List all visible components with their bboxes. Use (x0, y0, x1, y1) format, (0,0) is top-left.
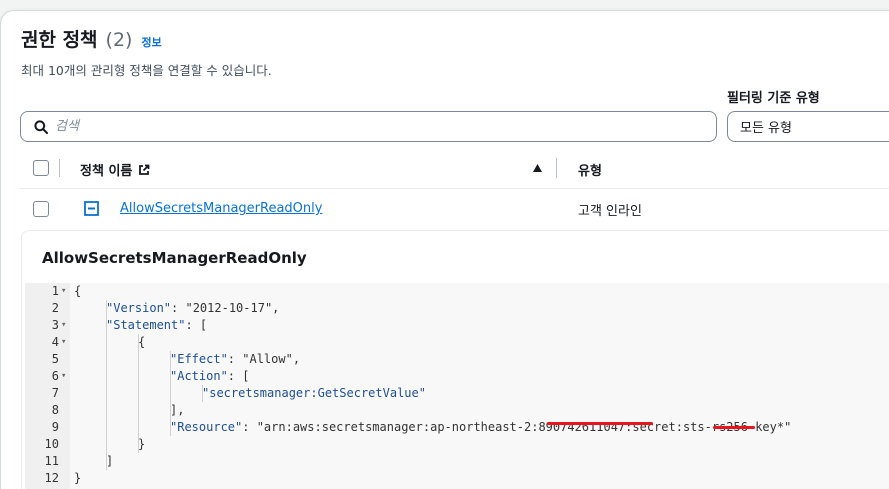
info-link[interactable]: 정보 (141, 34, 161, 50)
json-value: : "2012-10-17", (171, 301, 280, 315)
filter-type-label: 필터링 기준 유형 (727, 91, 820, 106)
code-text: ], (170, 403, 185, 417)
code-text: "Statement": [ (106, 317, 207, 334)
json-key: "Effect" (170, 352, 228, 366)
policy-count: (2) (105, 29, 133, 51)
indent-guide (138, 334, 139, 453)
line-number: 1 (51, 284, 59, 298)
json-value: : [ (227, 369, 250, 383)
code-text: "Action": [ (170, 368, 249, 385)
row-checkbox[interactable] (33, 201, 49, 217)
policy-name-link[interactable]: AllowSecretsManagerReadOnly (120, 201, 322, 216)
json-key: "Version" (106, 301, 172, 315)
json-key: "Statement" (106, 318, 186, 332)
column-divider (59, 159, 60, 177)
search-field[interactable] (20, 111, 717, 142)
line-number: 2 (51, 301, 59, 315)
line-number: 4 (51, 335, 59, 349)
line-number: 8 (51, 403, 59, 417)
type-filter-value: 모든 유형 (740, 121, 792, 136)
section-description: 최대 10개의 관리형 정책을 연결할 수 있습니다. (21, 63, 272, 78)
collapse-icon[interactable] (84, 201, 99, 216)
code-text: { (74, 284, 82, 298)
json-key: "Action" (170, 369, 228, 383)
indent-guide (106, 300, 107, 470)
json-value: : "arn:aws:secretsmanager:ap-northeast-2… (242, 420, 792, 434)
line-number: 5 (51, 352, 59, 366)
line-number: 3 (51, 318, 59, 332)
column-header-type-label: 유형 (578, 164, 602, 179)
json-value: : "Allow", (227, 352, 301, 366)
policy-detail-title: AllowSecretsManagerReadOnly (42, 249, 307, 267)
select-all-checkbox[interactable] (33, 160, 49, 176)
json-key: "Resource" (170, 420, 243, 434)
code-text: ] (106, 454, 114, 468)
code-text: "Effect": "Allow", (170, 351, 300, 368)
code-text: } (138, 437, 146, 451)
sort-ascending-icon[interactable] (532, 163, 543, 173)
header-divider (20, 188, 889, 189)
line-number: 9 (51, 420, 59, 434)
policy-json-editor[interactable]: 1 ▾{2 "Version": "2012-10-17", 3 ▾ "Statement… (25, 283, 889, 489)
indent-guide (202, 385, 203, 402)
code-text: "Resource": "arn:aws:secretsmanager:ap-n… (170, 419, 791, 436)
fold-toggle-icon[interactable]: ▾ (61, 283, 66, 300)
fold-toggle-icon[interactable]: ▾ (61, 334, 66, 351)
column-divider (556, 158, 557, 178)
indent-guide (170, 351, 171, 436)
code-text: "secretsmanager:GetSecretValue" (202, 386, 426, 400)
search-icon (34, 119, 48, 134)
line-number: 6 (51, 369, 59, 383)
code-text: } (74, 471, 82, 485)
external-link-icon (139, 164, 150, 175)
line-number: 12 (44, 471, 59, 485)
search-input[interactable] (55, 112, 716, 141)
fold-toggle-icon[interactable]: ▾ (61, 368, 66, 385)
line-number: 10 (44, 437, 59, 451)
json-value: : [ (185, 318, 208, 332)
column-header-policy-name-label: 정책 이름 (80, 164, 133, 179)
code-text: { (138, 335, 146, 349)
policy-type-cell: 고객 인라인 (578, 204, 642, 219)
redaction-mark (547, 422, 653, 425)
column-header-policy-name[interactable]: 정책 이름 (80, 160, 150, 179)
code-text: "Version": "2012-10-17", (106, 300, 279, 317)
column-header-type[interactable]: 유형 (578, 160, 602, 179)
section-title: 권한 정책 (21, 29, 98, 51)
section-header: 권한 정책 (2) 정보 (21, 25, 162, 52)
type-filter-select[interactable]: 모든 유형 (727, 111, 889, 142)
line-number: 11 (44, 454, 59, 468)
redaction-mark (713, 426, 755, 429)
line-number: 7 (51, 386, 59, 400)
fold-toggle-icon[interactable]: ▾ (61, 317, 66, 334)
